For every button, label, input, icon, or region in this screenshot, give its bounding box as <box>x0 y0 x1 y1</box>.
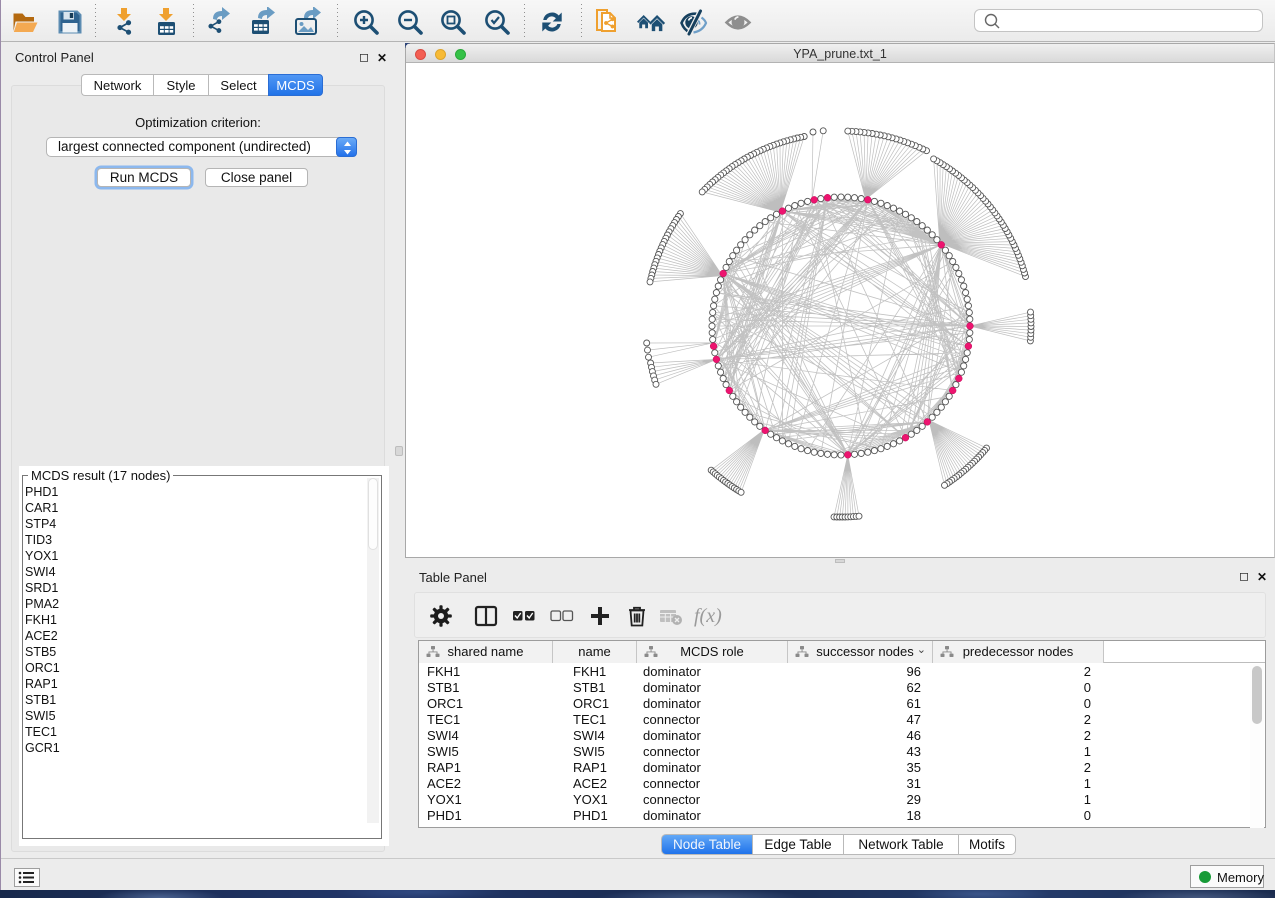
svg-text:f(x): f(x) <box>694 605 722 627</box>
